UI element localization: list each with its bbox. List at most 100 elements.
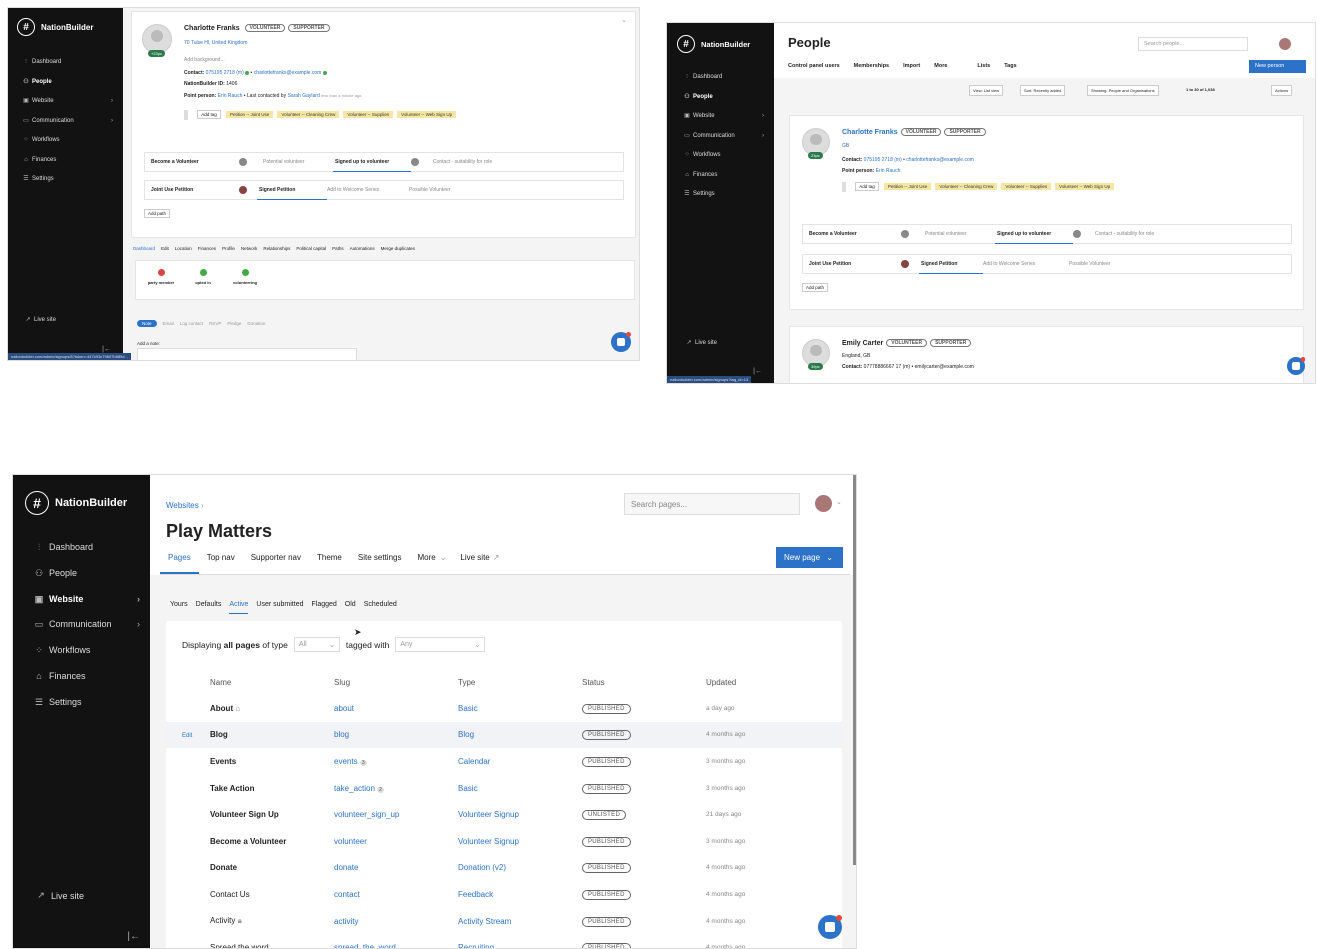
tab-site-settings[interactable]: Site settings <box>350 549 410 566</box>
path-step[interactable]: Possible Volunteer <box>1069 261 1110 267</box>
page-slug[interactable]: spread_the_word <box>334 934 458 948</box>
subtab-old[interactable]: Old <box>345 601 356 608</box>
column-status[interactable]: Status <box>582 669 706 695</box>
search-input[interactable]: Search pages... <box>624 493 800 515</box>
add-tag-button[interactable]: Add tag <box>855 182 879 192</box>
nav-website[interactable]: ▣ Website › <box>20 92 123 112</box>
subtab-scheduled[interactable]: Scheduled <box>364 601 397 608</box>
type-select[interactable]: All ⌄ <box>293 637 340 652</box>
path-step[interactable]: Contact - suitability for role <box>433 159 492 165</box>
page-slug[interactable]: take_action 2 <box>334 775 458 802</box>
tab-theme[interactable]: Theme <box>309 549 350 566</box>
nav-dashboard[interactable]: ⫶ Dashboard <box>29 535 150 561</box>
nav-live-site[interactable]: ↗ Live site <box>683 339 717 347</box>
page-name[interactable]: Events <box>210 748 334 775</box>
view-select[interactable]: View: List view <box>969 85 1004 96</box>
nav-dashboard[interactable]: ⫶ Dashboard <box>681 68 774 88</box>
tag[interactable]: Volunteer -- Cleaning Crew <box>277 111 340 119</box>
tag[interactable]: Volunteer -- Supplies <box>1001 183 1052 191</box>
page-name[interactable]: Take Action <box>210 775 334 802</box>
new-person-button[interactable]: New person <box>1249 60 1306 73</box>
page-name[interactable]: Spread the word <box>210 934 334 948</box>
page-slug[interactable]: volunteer <box>334 828 458 855</box>
page-type[interactable]: Volunteer Signup <box>458 801 582 828</box>
nav-dashboard[interactable]: ⫶ Dashboard <box>20 53 123 73</box>
help-chat-button[interactable] <box>1287 357 1305 375</box>
page-slug[interactable]: events 3 <box>334 748 458 775</box>
add-path-button[interactable]: Add path <box>802 283 829 292</box>
table-row[interactable]: Become a Volunteer volunteer Volunteer Sig… <box>166 828 842 855</box>
column-slug[interactable]: Slug <box>334 669 458 695</box>
nav-settings[interactable]: ☰ Settings <box>20 170 123 190</box>
nav-website[interactable]: ▣ Website › <box>681 107 774 127</box>
nav-settings[interactable]: ☰ Settings <box>29 690 150 716</box>
breadcrumb[interactable]: Websites › <box>166 501 204 510</box>
add-background[interactable]: Add background... <box>184 57 225 63</box>
contact-email[interactable]: charlottefranks@example.com <box>906 157 974 163</box>
tab-rsvp[interactable]: RSVP <box>209 321 221 326</box>
page-name[interactable]: Contact Us <box>210 881 334 908</box>
tab-edit[interactable]: Edit <box>161 246 169 251</box>
tab-paths[interactable]: Paths <box>332 246 344 251</box>
contact-phone[interactable]: 075195 2718 (m) <box>864 157 902 163</box>
page-slug[interactable]: volunteer_sign_up <box>334 801 458 828</box>
nav-workflows[interactable]: ⁘ Workflows <box>20 131 123 151</box>
table-row[interactable]: Events events 3 Calendar PUBLISHED 3 months … <box>166 748 842 775</box>
help-chat-button[interactable] <box>818 915 842 939</box>
path-step[interactable]: Potential volunteer <box>925 231 995 237</box>
path-step[interactable]: Add to Welcome Series <box>983 261 1069 267</box>
nav-communication[interactable]: ▭ Communication › <box>20 112 123 132</box>
nav-finances[interactable]: ⌂ Finances <box>681 166 774 186</box>
path-step-active[interactable]: Signed Petition <box>919 255 983 274</box>
table-row[interactable]: Activity 🔒︎ activity Activity Stream PUBLIS… <box>166 908 842 935</box>
page-type[interactable]: Blog <box>458 722 582 749</box>
nav-finances[interactable]: ⌂ Finances <box>20 151 123 171</box>
search-input[interactable]: Search people... <box>1138 37 1248 51</box>
page-type[interactable]: Recruiting <box>458 934 582 948</box>
nav-live-site[interactable]: ↗ Live site <box>22 316 56 324</box>
page-slug[interactable]: blog <box>334 722 458 749</box>
tab-pledge[interactable]: Pledge <box>227 321 241 326</box>
page-type[interactable]: Feedback <box>458 881 582 908</box>
tab-live-site[interactable]: Live site <box>452 549 492 566</box>
tab-merge-duplicates[interactable]: Merge duplicates <box>381 246 415 251</box>
table-row[interactable]: Spread the word spread_the_word Recruiting… <box>166 934 842 948</box>
path-owner-avatar[interactable] <box>901 230 909 238</box>
table-row[interactable]: Volunteer Sign Up volunteer_sign_up Volunt… <box>166 801 842 828</box>
page-name[interactable]: Donate <box>210 855 334 882</box>
note-input[interactable] <box>137 348 357 360</box>
showing-select[interactable]: Showing: People and Organisations <box>1087 85 1159 96</box>
page-type[interactable]: Donation (v2) <box>458 855 582 882</box>
page-name[interactable]: About ⌂ <box>210 695 334 722</box>
page-slug[interactable]: contact <box>334 881 458 908</box>
nav-communication[interactable]: ▭ Communication › <box>681 127 774 147</box>
nav-finances[interactable]: ⌂ Finances <box>29 664 150 690</box>
tag[interactable]: Volunteer -- Supplies <box>343 111 394 119</box>
tag[interactable]: Petition -- Joint Use <box>884 183 932 191</box>
tab-location[interactable]: Location <box>175 246 192 251</box>
subtab-defaults[interactable]: Defaults <box>196 601 222 608</box>
card-menu-chevron-icon[interactable]: ⌄ <box>621 16 627 24</box>
user-avatar[interactable] <box>815 495 832 512</box>
tag[interactable]: Volunteer -- Web Sign Up <box>397 111 457 119</box>
page-name[interactable]: Blog <box>210 722 334 749</box>
contact-phone[interactable]: 075195 2718 (m) <box>206 70 244 76</box>
path-owner-avatar[interactable] <box>239 158 247 166</box>
tab-finances[interactable]: Finances <box>198 246 216 251</box>
tab-network[interactable]: Network <box>241 246 258 251</box>
drag-handle[interactable] <box>184 110 188 120</box>
column-type[interactable]: Type <box>458 669 582 695</box>
subnav-lists[interactable]: Lists <box>977 63 990 69</box>
tab-dashboard[interactable]: Dashboard <box>133 246 155 251</box>
tab-political-capital[interactable]: Political capital <box>296 246 326 251</box>
person-name[interactable]: Charlotte Franks <box>184 25 240 32</box>
subnav-more[interactable]: More <box>934 63 947 69</box>
tab-log-contact[interactable]: Log contact <box>180 321 203 326</box>
nav-communication[interactable]: ▭ Communication › <box>29 612 150 638</box>
nav-website[interactable]: ▣ Website › <box>29 587 150 613</box>
path-owner-avatar[interactable] <box>1073 230 1081 238</box>
person-location[interactable]: GB <box>842 143 849 149</box>
edit-link[interactable]: Edit <box>166 733 192 739</box>
tab-supporter-nav[interactable]: Supporter nav <box>243 549 309 566</box>
path-step[interactable]: Add to Welcome Series <box>327 187 409 193</box>
